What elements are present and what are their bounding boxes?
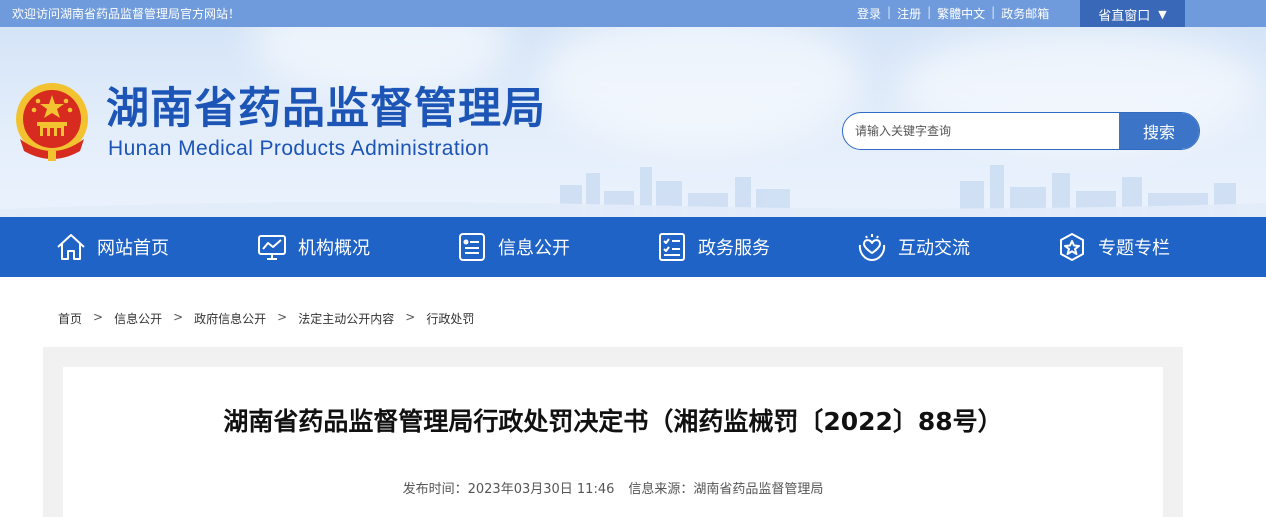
main-nav: 网站首页 机构概况 信息公开 政务服务 互动交流 专题专栏 (0, 217, 1266, 277)
search-input[interactable] (843, 113, 1121, 149)
province-window-label: 省直窗口 (1098, 8, 1151, 24)
site-subtitle: Hunan Medical Products Administration (108, 137, 490, 160)
monitor-chart-icon (258, 235, 286, 260)
separator: | (927, 5, 932, 19)
login-link[interactable]: 登录 (857, 5, 881, 22)
nav-item-interaction[interactable]: 互动交流 (856, 217, 970, 277)
breadcrumb: 首页 > 信息公开 > 政府信息公开 > 法定主动公开内容 > 行政处罚 (58, 310, 474, 327)
search-box: 搜索 (842, 112, 1200, 150)
separator: | (991, 5, 996, 19)
gov-mail-link[interactable]: 政务邮箱 (1001, 5, 1049, 22)
triangle-down-icon: ▼ (1158, 7, 1167, 21)
article-title: 湖南省药品监督管理局行政处罚决定书（湘药监械罚〔2022〕88号） (223, 407, 1003, 436)
star-badge-icon (1060, 233, 1084, 261)
article-panel: 湖南省药品监督管理局行政处罚决定书（湘药监械罚〔2022〕88号） 发布时间：2… (63, 367, 1163, 517)
breadcrumb-separator: > (405, 310, 416, 324)
nav-label: 机构概况 (298, 238, 370, 259)
national-emblem-icon (16, 83, 88, 161)
top-links: 登录 | 注册 | 繁體中文 | 政务邮箱 (857, 5, 1049, 22)
site-header: 湖南省药品监督管理局 Hunan Medical Products Admini… (0, 27, 1266, 217)
province-window-button[interactable]: 省直窗口 ▼ (1080, 0, 1185, 28)
traditional-chinese-link[interactable]: 繁體中文 (937, 5, 985, 22)
nav-label: 互动交流 (898, 238, 970, 259)
nav-label: 信息公开 (498, 238, 570, 259)
site-title: 湖南省药品监督管理局 (106, 84, 546, 134)
breadcrumb-separator: > (277, 310, 288, 324)
breadcrumb-separator: > (93, 310, 104, 324)
article-meta: 发布时间：2023年03月30日 11:46 信息来源：湖南省药品监督管理局 (63, 478, 1163, 497)
publish-time: 2023年03月30日 11:46 (467, 482, 615, 497)
nav-item-info-open[interactable]: 信息公开 (456, 217, 570, 277)
breadcrumb-item-home[interactable]: 首页 (58, 310, 82, 327)
header-cloud (540, 27, 860, 147)
publish-time-label: 发布时间： (402, 482, 468, 497)
checklist-icon (659, 233, 685, 261)
nav-item-overview[interactable]: 机构概况 (256, 217, 370, 277)
search-button[interactable]: 搜索 (1119, 113, 1199, 149)
welcome-text: 欢迎访问湖南省药品监督管理局官方网站！ (12, 7, 241, 21)
separator: | (887, 5, 892, 19)
nav-label: 网站首页 (97, 238, 169, 259)
breadcrumb-item-info-open[interactable]: 信息公开 (114, 310, 162, 327)
source-value: 湖南省药品监督管理局 (693, 482, 824, 497)
home-icon (57, 234, 85, 260)
breadcrumb-item-gov-info[interactable]: 政府信息公开 (194, 310, 266, 327)
document-list-icon (459, 233, 485, 261)
breadcrumb-separator: > (173, 310, 184, 324)
top-bar: 欢迎访问湖南省药品监督管理局官方网站！ 登录 | 注册 | 繁體中文 | 政务邮… (0, 0, 1266, 28)
nav-item-home[interactable]: 网站首页 (55, 217, 169, 277)
nav-label: 专题专栏 (1098, 238, 1170, 259)
nav-item-services[interactable]: 政务服务 (656, 217, 770, 277)
breadcrumb-item-penalty[interactable]: 行政处罚 (426, 310, 474, 327)
source-label: 信息来源： (628, 482, 694, 497)
nav-item-special[interactable]: 专题专栏 (1056, 217, 1170, 277)
nav-label: 政务服务 (698, 238, 770, 259)
breadcrumb-item-statutory[interactable]: 法定主动公开内容 (298, 310, 394, 327)
register-link[interactable]: 注册 (897, 5, 921, 22)
heart-hands-icon (858, 234, 886, 261)
